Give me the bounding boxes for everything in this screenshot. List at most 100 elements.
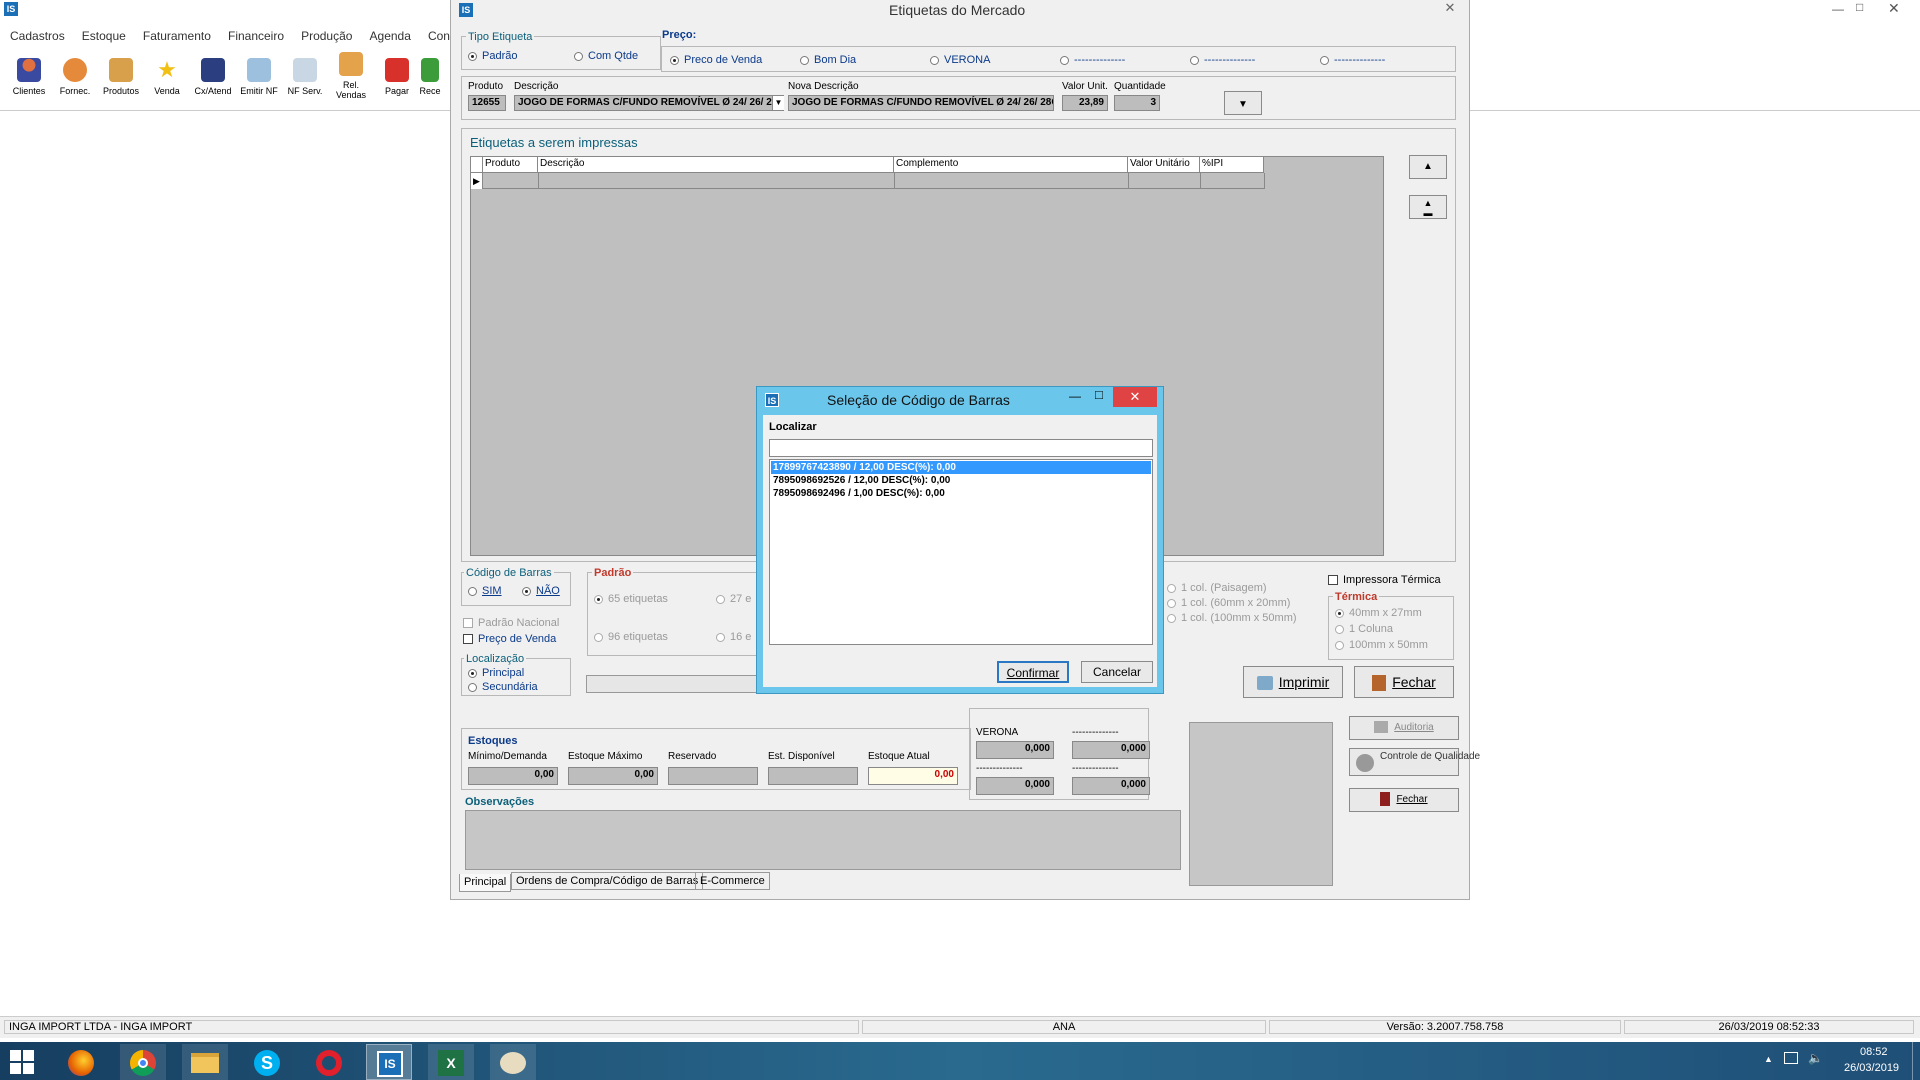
file-explorer-icon[interactable] [182, 1044, 228, 1080]
menu-item[interactable]: Agenda [370, 29, 411, 43]
clock-time[interactable]: 08:52 [1860, 1046, 1888, 1058]
firefox-icon[interactable] [58, 1044, 104, 1080]
excel-icon[interactable]: X [428, 1044, 474, 1080]
nova-descricao-field[interactable]: JOGO DE FORMAS C/FUNDO REMOVÍVEL Ø 24/ 2… [788, 95, 1054, 111]
radio-40x27[interactable]: 40mm x 27mm [1335, 607, 1422, 619]
produto-field[interactable]: 12655 [468, 95, 506, 111]
add-item-button[interactable]: ▼ [1224, 91, 1262, 115]
radio-preco-venda[interactable]: Preco de Venda [670, 54, 762, 66]
radio-sim[interactable]: SIM [468, 585, 502, 597]
radio-col-60x20[interactable]: 1 col. (60mm x 20mm) [1167, 597, 1290, 609]
radio-preco-6[interactable]: -------------- [1320, 54, 1385, 66]
menu-item[interactable]: Cadastros [10, 29, 65, 43]
radio-principal[interactable]: Principal [468, 667, 524, 679]
estoque-atual-field[interactable]: 0,00 [868, 767, 958, 785]
toolbar-produtos-button[interactable]: Produtos [100, 58, 142, 96]
toolbar-cxatend-button[interactable]: Cx/Atend [192, 58, 234, 96]
list-item[interactable]: 17899767423890 / 12,00 DESC(%): 0,00 [771, 461, 1151, 474]
cancelar-button[interactable]: Cancelar [1081, 661, 1153, 683]
radio-verona[interactable]: VERONA [930, 54, 990, 66]
radio-100x50[interactable]: 100mm x 50mm [1335, 639, 1428, 651]
toolbar-fornecedor-button[interactable]: Fornec. [54, 58, 96, 96]
chevron-down-icon[interactable]: ▼ [772, 96, 784, 110]
dialog-close-button[interactable]: ✕ [1113, 387, 1157, 407]
list-item[interactable]: 7895098692496 / 1,00 DESC(%): 0,00 [771, 487, 1151, 500]
fechar-side-button[interactable]: Fechar [1349, 788, 1459, 812]
fechar-button[interactable]: Fechar [1354, 666, 1454, 698]
barcode-list[interactable]: 17899767423890 / 12,00 DESC(%): 0,00 789… [769, 459, 1153, 645]
verona-field[interactable]: 0,000 [976, 741, 1054, 759]
paint-icon[interactable] [490, 1044, 536, 1080]
tab-principal[interactable]: Principal [459, 874, 512, 892]
preco-b-field[interactable]: 0,000 [1072, 741, 1150, 759]
minimize-icon[interactable]: — [1832, 2, 1844, 16]
radio-padrao[interactable]: Padrão [468, 50, 517, 62]
impressora-termica-checkbox[interactable]: Impressora Térmica [1328, 574, 1441, 586]
preco-venda-checkbox[interactable]: Preço de Venda [463, 633, 556, 645]
radio-nao[interactable]: NÃO [522, 585, 560, 597]
preco-c-field[interactable]: 0,000 [976, 777, 1054, 795]
radio-preco-5[interactable]: -------------- [1190, 54, 1255, 66]
descricao-combo[interactable]: JOGO DE FORMAS C/FUNDO REMOVÍVEL Ø 24/ 2… [514, 95, 784, 111]
minimize-icon[interactable]: — [1069, 389, 1081, 403]
quantidade-field[interactable]: 3 [1114, 95, 1160, 111]
toolbar-nf-serv-button[interactable]: NF Serv. [284, 58, 326, 96]
radio-96-etiquetas[interactable]: 96 etiquetas [594, 631, 668, 643]
radio-bom-dia[interactable]: Bom Dia [800, 54, 856, 66]
padrao-nacional-checkbox[interactable]: Padrão Nacional [463, 617, 559, 629]
tab-ordens-compra[interactable]: Ordens de Compra/Código de Barras [511, 872, 704, 890]
maximize-icon[interactable]: □ [1095, 387, 1103, 402]
radio-secundaria[interactable]: Secundária [468, 681, 538, 693]
opera-icon[interactable] [306, 1044, 352, 1080]
controle-qualidade-button[interactable]: Controle de Qualidade [1349, 748, 1480, 776]
menu-item[interactable]: Financeiro [228, 29, 284, 43]
menu-item[interactable]: Faturamento [143, 29, 211, 43]
show-desktop-button[interactable] [1912, 1042, 1920, 1080]
move-up-button[interactable]: ▲ [1409, 155, 1447, 179]
tab-ecommerce[interactable]: E-Commerce [695, 872, 770, 890]
confirmar-button[interactable]: Confirmar [997, 661, 1069, 683]
windows-start-icon[interactable] [10, 1050, 34, 1074]
auditoria-button[interactable]: Auditoria [1349, 716, 1459, 740]
toolbar-clientes-button[interactable]: Clientes [8, 58, 50, 96]
radio-com-qtde[interactable]: Com Qtde [574, 50, 638, 62]
close-icon[interactable]: ✕ [1888, 0, 1900, 17]
radio-65-etiquetas[interactable]: 65 etiquetas [594, 593, 668, 605]
preco-d-field[interactable]: 0,000 [1072, 777, 1150, 795]
clock-date[interactable]: 26/03/2019 [1844, 1062, 1899, 1074]
tray-chevron-icon[interactable]: ▲ [1764, 1054, 1773, 1064]
observacoes-field[interactable] [465, 810, 1181, 870]
list-item[interactable]: 7895098692526 / 12,00 DESC(%): 0,00 [771, 474, 1151, 487]
radio-col-paisagem[interactable]: 1 col. (Paisagem) [1167, 582, 1267, 594]
volume-icon[interactable]: 🔈 [1808, 1051, 1823, 1065]
toolbar-venda-button[interactable]: ★ Venda [146, 58, 188, 97]
network-icon[interactable] [1784, 1052, 1798, 1064]
toolbar-emitir-nf-button[interactable]: Emitir NF [238, 58, 280, 96]
minimo-demanda-field[interactable]: 0,00 [468, 767, 558, 785]
col-descricao[interactable]: Descrição [538, 157, 894, 173]
radio-preco-4[interactable]: -------------- [1060, 54, 1125, 66]
estoque-maximo-field[interactable]: 0,00 [568, 767, 658, 785]
toolbar-pagar-button[interactable]: Pagar [376, 58, 418, 96]
toolbar-rel-vendas-button[interactable]: Rel. Vendas [330, 52, 372, 100]
localizar-input[interactable] [769, 439, 1153, 457]
table-row[interactable]: ▶ [471, 173, 1265, 189]
radio-27-etiquetas[interactable]: 27 e [716, 593, 751, 605]
col-ipi[interactable]: %IPI [1200, 157, 1264, 173]
col-complemento[interactable]: Complemento [894, 157, 1128, 173]
menu-item[interactable]: Estoque [82, 29, 126, 43]
reservado-field[interactable] [668, 767, 758, 785]
valor-unit-field[interactable]: 23,89 [1062, 95, 1108, 111]
skype-icon[interactable]: S [244, 1044, 290, 1080]
radio-col-100x50[interactable]: 1 col. (100mm x 50mm) [1167, 612, 1297, 624]
is-app-icon[interactable]: IS [366, 1044, 412, 1080]
chrome-icon[interactable] [120, 1044, 166, 1080]
window-close-button[interactable]: ✕ [1435, 0, 1465, 16]
col-produto[interactable]: Produto [483, 157, 538, 173]
radio-1-coluna[interactable]: 1 Coluna [1335, 623, 1393, 635]
imprimir-button[interactable]: Imprimir [1243, 666, 1343, 698]
radio-16-etiquetas[interactable]: 16 e [716, 631, 751, 643]
move-top-button[interactable]: ▲ ▬ [1409, 195, 1447, 219]
menu-item[interactable]: Produção [301, 29, 352, 43]
est-disponivel-field[interactable] [768, 767, 858, 785]
